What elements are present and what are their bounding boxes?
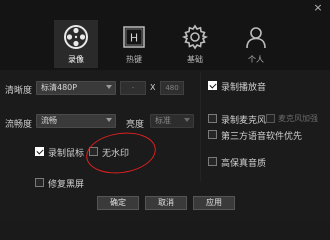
resolution-x-label: X <box>150 83 156 92</box>
resolution-value: 标清480P <box>41 83 78 92</box>
third-party-voice-checkbox[interactable] <box>208 130 217 139</box>
record-mic-checkbox[interactable] <box>208 114 217 123</box>
record-mouse-checkbox[interactable] <box>35 147 44 156</box>
gear-icon <box>182 24 208 50</box>
tab-hotkey[interactable]: H 热键 <box>112 20 156 68</box>
annotation-circle <box>83 128 159 178</box>
tab-label: 个人 <box>248 55 264 64</box>
cancel-button[interactable]: 取消 <box>145 196 187 210</box>
ok-button[interactable]: 确定 <box>97 196 139 210</box>
mic-boost-label: 麦克风加强 <box>278 114 318 123</box>
user-icon <box>246 27 266 49</box>
chevron-down-icon <box>106 85 112 89</box>
tab-label: 热键 <box>126 55 142 64</box>
record-mic-label: 录制麦克风 <box>221 116 267 126</box>
fluency-value: 流畅 <box>41 116 57 125</box>
high-quality-audio-checkbox[interactable] <box>208 157 217 166</box>
chevron-down-icon <box>184 118 190 122</box>
height-input[interactable]: 480 <box>160 81 184 95</box>
record-system-sound-label: 录制播放音 <box>221 83 267 93</box>
record-mouse-label: 录制鼠标 <box>48 149 85 159</box>
width-input[interactable]: - <box>120 81 146 95</box>
record-system-sound-checkbox[interactable] <box>208 81 217 90</box>
brightness-value: 标准 <box>155 116 171 125</box>
tab-record[interactable]: 录像 <box>54 20 98 68</box>
divider <box>200 72 201 182</box>
apply-button[interactable]: 应用 <box>193 196 235 210</box>
high-quality-audio-label: 高保真音质 <box>221 159 267 169</box>
tab-personal[interactable]: 个人 <box>234 20 278 68</box>
resolution-select[interactable]: 标清480P <box>36 81 116 95</box>
svg-text:H: H <box>130 32 138 45</box>
brightness-label: 亮度 <box>126 120 145 130</box>
fluency-label: 流畅度 <box>5 120 33 130</box>
chevron-down-icon <box>106 118 112 122</box>
tab-label: 基础 <box>187 55 203 64</box>
film-reel-icon <box>64 25 88 49</box>
resolution-label: 清晰度 <box>5 86 33 96</box>
title-bar <box>0 0 330 70</box>
fix-black-screen-checkbox[interactable] <box>35 178 44 187</box>
fix-black-screen-label: 修复黑屏 <box>48 180 85 190</box>
fluency-select[interactable]: 流畅 <box>36 114 116 128</box>
mic-boost-checkbox[interactable] <box>266 114 275 123</box>
settings-window: × 录像 H 热键 基础 个人 清晰度 标清480P - X 480 流畅度 流… <box>0 0 330 220</box>
tab-label: 录像 <box>68 55 84 64</box>
hotkey-h-icon: H <box>123 26 145 48</box>
tab-basic[interactable]: 基础 <box>173 20 217 68</box>
brightness-select[interactable]: 标准 <box>150 114 194 128</box>
third-party-voice-label: 第三方语音软件优先 <box>221 132 303 142</box>
close-button[interactable]: × <box>312 2 324 14</box>
